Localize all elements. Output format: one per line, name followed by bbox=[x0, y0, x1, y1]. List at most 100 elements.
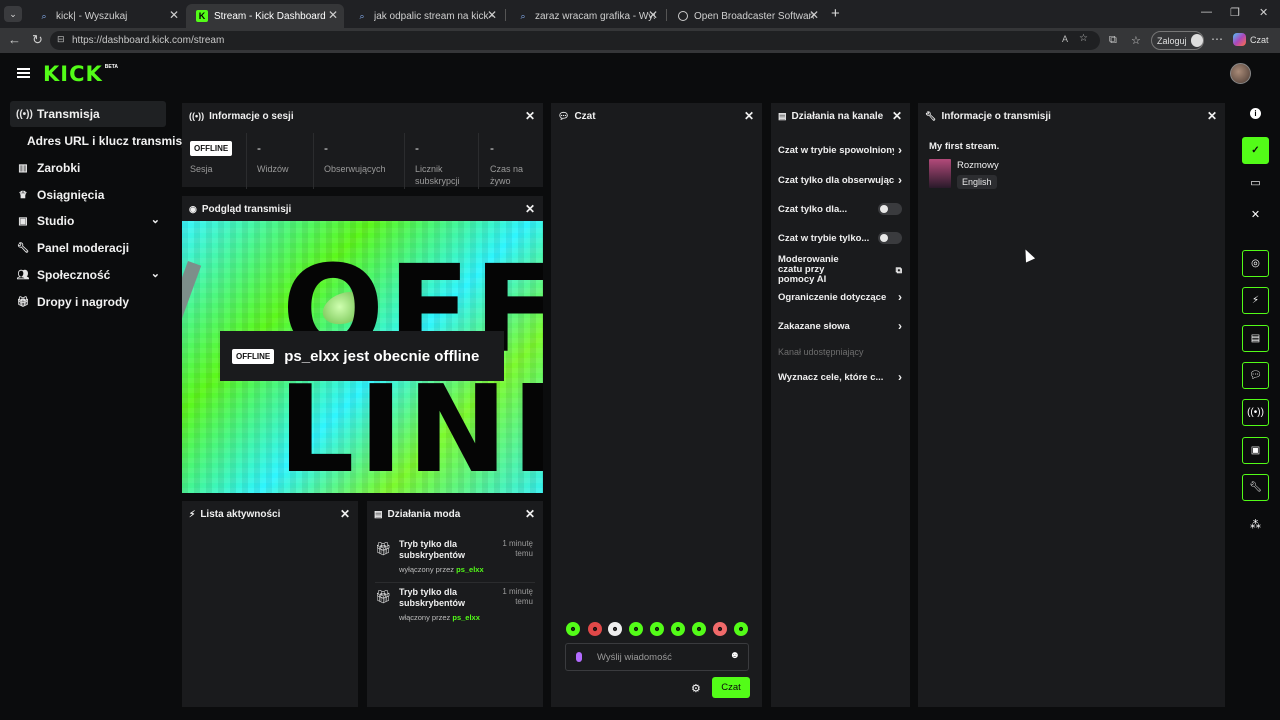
close-icon[interactable]: ✕ bbox=[525, 507, 535, 521]
stat-subs: - Licznik subskrypcji bbox=[415, 141, 460, 186]
emote-1[interactable]: ☻ bbox=[566, 622, 580, 636]
layout-icon[interactable]: ▭ bbox=[1242, 170, 1269, 194]
user-avatar[interactable] bbox=[1230, 63, 1251, 84]
username-link[interactable]: ps_elxx bbox=[456, 565, 484, 574]
close-icon[interactable]: ✕ bbox=[892, 109, 902, 123]
microphone-icon[interactable] bbox=[576, 652, 582, 662]
toolbar-camera-button[interactable]: ▣ bbox=[1242, 437, 1269, 464]
toggle-switch[interactable] bbox=[878, 203, 902, 215]
toolbar-bolt-button[interactable]: ⚡︎ bbox=[1242, 287, 1269, 314]
widgets-icon[interactable]: ⁂ bbox=[1242, 512, 1269, 536]
sidebar-item-spolecznosc[interactable]: 👥︎ Społeczność ⌄ bbox=[10, 262, 166, 288]
browser-tab[interactable]: ⌕ kick| - Wyszukaj ✕ bbox=[28, 4, 185, 28]
emote-5[interactable]: ☻ bbox=[650, 622, 664, 636]
gift-icon: 🎁︎ bbox=[16, 296, 30, 308]
toggle-switch[interactable] bbox=[878, 232, 902, 244]
offline-image: OFF LINE OFFLINE ps_elxx jest obecnie of… bbox=[182, 221, 543, 493]
panel-header: ⚡︎ Lista aktywności bbox=[189, 508, 281, 520]
close-icon[interactable]: ✕ bbox=[1207, 109, 1217, 123]
browser-tab[interactable]: Open Broadcaster Software | OBS ✕ bbox=[668, 4, 825, 28]
username-link[interactable]: ps_elxx bbox=[452, 613, 480, 622]
chevron-right-icon: › bbox=[898, 173, 902, 187]
browser-toolbar: ← ↻ ⊟ https://dashboard.kick.com/stream … bbox=[0, 28, 1280, 53]
emote-7[interactable]: ☻ bbox=[692, 622, 706, 636]
reload-icon[interactable]: ↻ bbox=[32, 32, 43, 48]
search-icon: ⌕ bbox=[359, 10, 365, 21]
read-aloud-icon[interactable]: A bbox=[1062, 34, 1068, 44]
close-layout-icon[interactable]: ✕ bbox=[1242, 202, 1269, 226]
channel-action-subs-only[interactable]: Czat tylko dla... bbox=[778, 202, 902, 216]
info-icon[interactable]: i bbox=[1242, 101, 1269, 125]
close-icon[interactable]: ✕ bbox=[525, 202, 535, 216]
channel-action-banned-words[interactable]: Zakazane słowa › bbox=[778, 319, 902, 333]
site-info-icon[interactable]: ⊟ bbox=[57, 34, 65, 45]
copilot-button[interactable]: Czat bbox=[1233, 33, 1269, 46]
back-icon[interactable]: ← bbox=[8, 32, 21, 47]
extensions-icon[interactable]: ⧉ bbox=[1109, 34, 1117, 47]
channel-action-restrictions[interactable]: Ograniczenie dotyczące › bbox=[778, 290, 902, 304]
favorite-icon[interactable]: ☆ bbox=[1079, 33, 1088, 44]
more-options-icon[interactable]: ⋯ bbox=[1211, 32, 1223, 46]
toolbar-check-button[interactable]: ✓ bbox=[1242, 137, 1269, 164]
chat-input[interactable]: Wyślij wiadomość ☻ bbox=[565, 643, 749, 671]
channel-action-emote-only[interactable]: Czat w trybie tylko... bbox=[778, 231, 902, 245]
sidebar-item-panel-moderacji[interactable]: 🔧︎ Panel moderacji bbox=[10, 235, 166, 261]
address-bar[interactable]: ⊟ https://dashboard.kick.com/stream A ☆ bbox=[50, 31, 1100, 50]
activity-list-panel: ⚡︎ Lista aktywności ✕ bbox=[182, 501, 358, 707]
chat-send-button[interactable]: Czat bbox=[712, 677, 750, 698]
sidebar-item-transmisja[interactable]: ((•)) Transmisja bbox=[10, 101, 166, 127]
close-icon[interactable]: ✕ bbox=[340, 507, 350, 521]
close-tab-icon[interactable]: ✕ bbox=[809, 8, 819, 22]
toolbar-document-button[interactable]: ▤ bbox=[1242, 325, 1269, 352]
favorites-icon[interactable]: ☆ bbox=[1131, 34, 1141, 47]
sidebar-item-stream-key[interactable]: Adres URL i klucz transmisji bbox=[20, 128, 189, 154]
tab-list-button[interactable]: ⌄ bbox=[4, 6, 22, 22]
sidebar-item-dropy[interactable]: 🎁︎ Dropy i nagrody bbox=[10, 289, 166, 315]
channel-action-followers-only[interactable]: Czat tylko dla obserwujących › bbox=[778, 173, 902, 187]
channel-action-slow-mode[interactable]: Czat w trybie spowolnionym › bbox=[778, 143, 902, 157]
kick-logo[interactable]: KICK BETA bbox=[43, 62, 118, 86]
close-window-icon[interactable]: ✕ bbox=[1259, 6, 1268, 19]
toolbar-chat-button[interactable]: 💬︎ bbox=[1242, 362, 1269, 389]
stream-title: My first stream. bbox=[929, 141, 1000, 152]
document-icon: ▤ bbox=[374, 508, 383, 519]
sidebar-item-zarobki[interactable]: ▥ Zarobki bbox=[10, 155, 166, 181]
browser-tab[interactable]: ⌕ zaraz wracam grafika - Wyszukaj G ✕ bbox=[507, 4, 664, 28]
stat-live-time: - Czas na żywo bbox=[490, 141, 524, 186]
close-icon[interactable]: ✕ bbox=[525, 109, 535, 123]
emote-6[interactable]: ☻ bbox=[671, 622, 685, 636]
sidebar-item-studio[interactable]: ▣ Studio ⌄ bbox=[10, 208, 166, 234]
toolbar-broadcast-button[interactable]: ((•)) bbox=[1242, 399, 1269, 426]
menu-icon[interactable] bbox=[17, 68, 30, 78]
close-tab-icon[interactable]: ✕ bbox=[648, 8, 658, 22]
emote-9[interactable]: ☻ bbox=[734, 622, 748, 636]
toolbar-screen-button[interactable]: ◎ bbox=[1242, 250, 1269, 277]
emote-8[interactable]: ☻ bbox=[713, 622, 727, 636]
chat-panel: 💬︎ Czat ✕ bbox=[551, 103, 762, 707]
new-tab-icon[interactable]: + bbox=[831, 5, 840, 22]
browser-tab[interactable]: ⌕ jak odpalic stream na kick - Wyszu ✕ bbox=[346, 4, 503, 28]
mod-action-entry: 🎁︎ Tryb tylko dla subskrybentów 1 minutę… bbox=[375, 537, 535, 583]
close-tab-icon[interactable]: ✕ bbox=[328, 8, 338, 22]
login-button[interactable]: Zaloguj bbox=[1151, 31, 1204, 50]
maximize-icon[interactable]: ❐ bbox=[1230, 6, 1240, 19]
profile-icon bbox=[1190, 34, 1203, 47]
channel-action-goals[interactable]: Wyznacz cele, które c... › bbox=[778, 370, 902, 384]
close-tab-icon[interactable]: ✕ bbox=[487, 8, 497, 22]
trophy-icon: ♛ bbox=[18, 189, 28, 201]
emote-2[interactable]: ☻ bbox=[588, 622, 602, 636]
channel-action-ai-moderation[interactable]: Moderowanie czatu przy pomocy AI ⧉ bbox=[778, 255, 902, 285]
chevron-down-icon: ⌄ bbox=[150, 214, 160, 226]
emoji-icon[interactable]: ☻ bbox=[729, 650, 740, 661]
toolbar-wrench-button[interactable]: 🔧︎ bbox=[1242, 474, 1269, 501]
emote-4[interactable]: ☻ bbox=[629, 622, 643, 636]
browser-tab-active[interactable]: K Stream - Kick Dashboard ✕ bbox=[186, 4, 344, 28]
category-label[interactable]: Rozmowy bbox=[957, 160, 999, 171]
close-icon[interactable]: ✕ bbox=[744, 109, 754, 123]
chat-settings-icon[interactable]: ⚙ bbox=[691, 682, 701, 695]
sidebar-item-osiagniecia[interactable]: ♛ Osiągnięcia bbox=[10, 182, 166, 208]
close-tab-icon[interactable]: ✕ bbox=[169, 8, 179, 22]
emote-3[interactable]: ☻ bbox=[608, 622, 622, 636]
minimize-icon[interactable]: — bbox=[1201, 6, 1212, 18]
stream-info-panel: 🔧︎ Informacje o transmisji ✕ My first st… bbox=[918, 103, 1225, 707]
